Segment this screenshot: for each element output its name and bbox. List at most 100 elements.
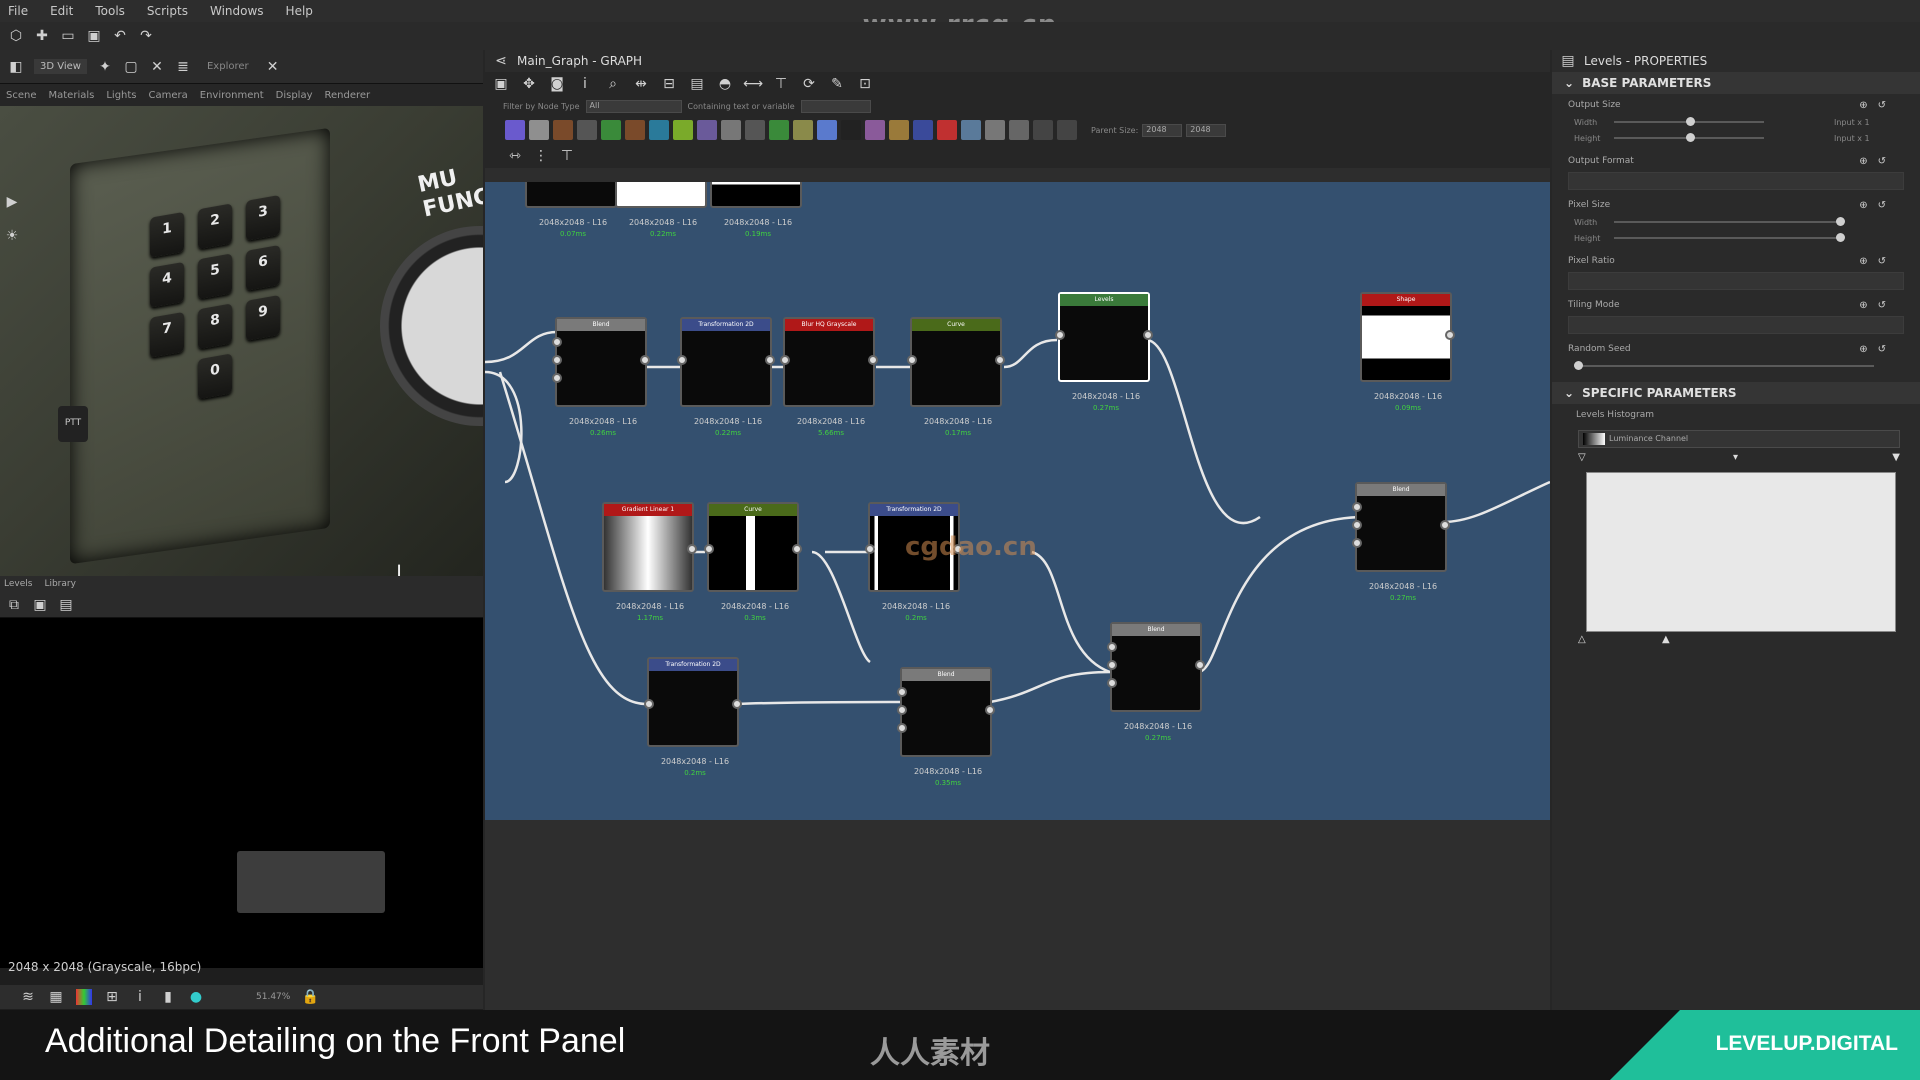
atomic-svg-icon[interactable]	[529, 120, 549, 140]
input-port[interactable]	[1107, 678, 1117, 688]
input-port[interactable]	[897, 723, 907, 733]
info-icon[interactable]: i	[132, 989, 148, 1005]
info-icon[interactable]: i	[577, 76, 593, 92]
graph-node-blend-4[interactable]: Blend 2048x2048 - L16 0.35ms	[897, 667, 995, 787]
input-port[interactable]	[1352, 538, 1362, 548]
output-format-select[interactable]	[1568, 172, 1904, 190]
refresh-icon[interactable]: ⟳	[801, 76, 817, 92]
input-min-handle-icon[interactable]: ▽	[1578, 452, 1586, 463]
specific-parameters-header[interactable]: ⌄ SPECIFIC PARAMETERS	[1552, 382, 1920, 404]
view3d-menu-renderer[interactable]: Renderer	[325, 90, 371, 101]
input-mid-handle-icon[interactable]: ▾	[1733, 452, 1738, 463]
input-port[interactable]	[897, 687, 907, 697]
atomic-blur-icon[interactable]	[553, 120, 573, 140]
output-port[interactable]	[765, 355, 775, 365]
link-icon[interactable]: ⟷	[743, 76, 763, 92]
graph-node-transform[interactable]: Transformation 2D 2048x2048 - L16 0.22ms	[677, 317, 775, 437]
atomic-dir-warp-icon[interactable]	[625, 120, 645, 140]
pin-icon[interactable]: ✦	[97, 59, 113, 75]
atomic-text-icon[interactable]	[889, 120, 909, 140]
camera-icon[interactable]: ▶	[4, 194, 20, 210]
base-parameters-header[interactable]: ⌄ BASE PARAMETERS	[1552, 72, 1920, 94]
graph-node-blend-3[interactable]: Blend 2048x2048 - L16 0.27ms	[1107, 622, 1205, 742]
preview-2d[interactable]	[0, 618, 483, 968]
output-port[interactable]	[868, 355, 878, 365]
align-vertical-icon[interactable]: ⋮	[533, 148, 549, 164]
close-explorer-icon[interactable]: ✕	[265, 59, 281, 75]
slider-knob[interactable]	[1836, 217, 1845, 226]
input-port[interactable]	[907, 355, 917, 365]
tab-library[interactable]: Library	[44, 579, 75, 589]
graph-node-transform-3[interactable]: Transformation 2D 2048x2048 - L16 0.2ms	[644, 657, 742, 777]
input-port[interactable]	[1352, 502, 1362, 512]
output-height-slider[interactable]	[1614, 133, 1764, 142]
atomic-output-icon[interactable]	[1009, 120, 1029, 140]
slider-knob[interactable]	[1836, 233, 1845, 242]
atomic-grayscale-icon[interactable]	[745, 120, 765, 140]
graph-node-levels-selected[interactable]: Levels 2048x2048 - L16 0.27ms	[1055, 292, 1153, 412]
light-icon[interactable]: ☀	[4, 228, 20, 244]
view3d-menu-materials[interactable]: Materials	[49, 90, 95, 101]
new-package-icon[interactable]: ✚	[34, 28, 50, 44]
input-port[interactable]	[1055, 330, 1065, 340]
snapshot-icon[interactable]: ◙	[549, 76, 565, 92]
atomic-normal-icon[interactable]	[817, 120, 837, 140]
output-port[interactable]	[995, 355, 1005, 365]
open-folder-icon[interactable]: ▭	[60, 28, 76, 44]
input-max-handle-icon[interactable]: ▼	[1892, 452, 1900, 463]
atomic-hsl-icon[interactable]	[769, 120, 789, 140]
export-icon[interactable]: ⊡	[857, 76, 873, 92]
pixel-width-slider[interactable]	[1614, 217, 1845, 226]
param-icons[interactable]: ⊕↺	[1859, 200, 1896, 211]
graph-node[interactable]: 2048x2048 - L16 0.07ms	[525, 182, 617, 238]
param-icons[interactable]: ⊕↺	[1859, 300, 1896, 311]
slider-knob[interactable]	[1686, 133, 1695, 142]
maximize-icon[interactable]: ▢	[123, 59, 139, 75]
comment-icon[interactable]	[1033, 120, 1053, 140]
tab-3d-view[interactable]: 3D View	[34, 59, 87, 74]
graph-node[interactable]: 2048x2048 - L16 0.19ms	[710, 182, 802, 238]
random-seed-slider[interactable]	[1574, 361, 1874, 370]
distribute-icon[interactable]: ⊟	[661, 76, 677, 92]
color-icon[interactable]	[76, 989, 92, 1005]
python-icon[interactable]: ◓	[717, 76, 733, 92]
search-icon[interactable]: ⌕	[605, 76, 621, 92]
tool-icon[interactable]: ✎	[829, 76, 845, 92]
param-icons[interactable]: ⊕↺	[1859, 256, 1896, 267]
pan-icon[interactable]: ✥	[521, 76, 537, 92]
input-port[interactable]	[1107, 642, 1117, 652]
atomic-emboss-icon[interactable]	[673, 120, 693, 140]
save-image-icon[interactable]: ▣	[32, 597, 48, 613]
slider-knob[interactable]	[1686, 117, 1695, 126]
input-port[interactable]	[865, 544, 875, 554]
output-min-handle-icon[interactable]: △	[1578, 634, 1586, 645]
input-port[interactable]	[644, 699, 654, 709]
graph-node[interactable]: 2048x2048 - L16 0.22ms	[615, 182, 707, 238]
graph-node-curve[interactable]: Curve 2048x2048 - L16 0.17ms	[907, 317, 1005, 437]
pixel-ratio-select[interactable]	[1568, 272, 1904, 290]
histogram-icon[interactable]: ▮	[160, 989, 176, 1005]
frame-icon[interactable]	[1057, 120, 1077, 140]
align-icon[interactable]: ⇹	[633, 76, 649, 92]
copy-icon[interactable]: ⧉	[6, 597, 22, 613]
atomic-sharpen-icon[interactable]	[865, 120, 885, 140]
graph-node-blur[interactable]: Blur HQ Grayscale 2048x2048 - L16 5.66ms	[780, 317, 878, 437]
output-port[interactable]	[687, 544, 697, 554]
atomic-fxmap-icon[interactable]	[721, 120, 741, 140]
connect-icon[interactable]: ⇿	[507, 148, 523, 164]
output-port[interactable]	[1440, 520, 1450, 530]
paste-icon[interactable]: ▤	[58, 597, 74, 613]
tree-icon[interactable]: ⊤	[773, 76, 789, 92]
atomic-shuffle-icon[interactable]	[577, 120, 597, 140]
param-icons[interactable]: ⊕↺	[1859, 344, 1896, 355]
atomic-input-icon[interactable]	[985, 120, 1005, 140]
output-width-slider[interactable]	[1614, 117, 1764, 126]
output-port[interactable]	[792, 544, 802, 554]
view3d-menu-camera[interactable]: Camera	[149, 90, 188, 101]
input-port[interactable]	[704, 544, 714, 554]
view3d-menu-display[interactable]: Display	[276, 90, 313, 101]
input-port[interactable]	[677, 355, 687, 365]
frame-icon[interactable]: ▣	[493, 76, 509, 92]
sphere-icon[interactable]: ●	[188, 989, 204, 1005]
atomic-pixel-icon[interactable]	[841, 120, 861, 140]
